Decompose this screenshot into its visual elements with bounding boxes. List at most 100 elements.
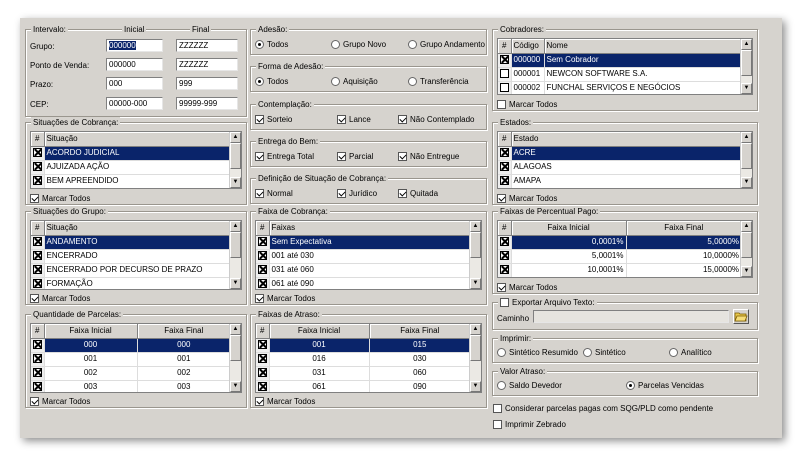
scroll-up-arrow-icon[interactable]: ▲ <box>470 324 481 335</box>
forma-transferencia-radio[interactable]: Transferência <box>408 76 469 87</box>
situacoes-grupo-grid[interactable]: # Situação ANDAMENTO ENCERRADO ENCERRADO … <box>30 220 242 290</box>
checkbox[interactable] <box>398 115 407 125</box>
row-checkbox[interactable] <box>32 237 42 247</box>
radio[interactable] <box>497 348 506 358</box>
faixa-cobranca-grid[interactable]: # Faixas Sem Expectativa 001 até 030 031 … <box>255 220 482 290</box>
radio[interactable] <box>626 381 635 391</box>
row-checkbox[interactable] <box>32 265 42 275</box>
scroll-up-arrow-icon[interactable]: ▲ <box>470 221 481 232</box>
checkbox[interactable] <box>255 189 264 199</box>
checkbox[interactable] <box>30 194 39 204</box>
table-row[interactable]: 061 090 <box>256 380 471 392</box>
radio[interactable] <box>255 40 264 50</box>
row-checkbox[interactable] <box>32 382 42 392</box>
sintetico-radio[interactable]: Sintético <box>583 347 626 358</box>
radio[interactable] <box>255 77 264 87</box>
row-checkbox[interactable] <box>499 162 509 172</box>
codigo-header[interactable]: Código <box>511 39 545 54</box>
radio[interactable] <box>408 40 417 50</box>
prazo-inicial-input[interactable]: 000 <box>106 77 163 90</box>
checkbox[interactable] <box>255 152 264 162</box>
table-row[interactable]: 031 060 <box>256 366 471 381</box>
row-checkbox[interactable] <box>499 176 509 186</box>
scroll-up-arrow-icon[interactable]: ▲ <box>230 132 241 143</box>
vertical-scrollbar[interactable]: ▲ ▼ <box>229 324 241 392</box>
adesao-todos-radio[interactable]: Todos <box>255 39 288 50</box>
scroll-thumb[interactable] <box>230 232 241 258</box>
checkbox[interactable] <box>497 194 506 204</box>
checkbox[interactable] <box>398 152 407 162</box>
marcar-todos-faixas-atraso[interactable]: Marcar Todos <box>255 396 315 407</box>
faixa-inicial-header[interactable]: Faixa Inicial <box>269 324 370 339</box>
prazo-final-input[interactable]: 999 <box>176 77 238 90</box>
table-row[interactable]: 031 até 060 <box>256 263 471 278</box>
radio[interactable] <box>669 348 678 358</box>
table-row[interactable]: 016 030 <box>256 352 471 367</box>
scroll-thumb[interactable] <box>741 143 752 169</box>
scroll-up-arrow-icon[interactable]: ▲ <box>741 221 752 232</box>
radio[interactable] <box>408 77 417 87</box>
juridico-checkbox[interactable]: Jurídico <box>337 188 377 199</box>
scroll-thumb[interactable] <box>230 335 241 361</box>
vertical-scrollbar[interactable]: ▲ ▼ <box>229 221 241 289</box>
table-row[interactable]: 0,0001% 5,0000% <box>498 235 742 250</box>
vertical-scrollbar[interactable]: ▲ ▼ <box>740 39 752 94</box>
table-row[interactable]: 001 001 <box>31 352 231 367</box>
radio[interactable] <box>331 40 340 50</box>
radio[interactable] <box>331 77 340 87</box>
scroll-up-arrow-icon[interactable]: ▲ <box>230 221 241 232</box>
scroll-thumb[interactable] <box>741 50 752 76</box>
situacao-header[interactable]: Situação <box>44 132 231 147</box>
table-row[interactable]: BEM APREENDIDO <box>31 174 231 188</box>
table-row[interactable]: 001 até 030 <box>256 249 471 264</box>
table-row[interactable]: AJUIZADA AÇÃO <box>31 160 231 175</box>
table-row[interactable]: 001 015 <box>256 338 471 353</box>
nao-entregue-checkbox[interactable]: Não Entregue <box>398 151 459 162</box>
scroll-down-arrow-icon[interactable]: ▼ <box>741 266 752 277</box>
checkbox[interactable] <box>30 397 39 407</box>
ponto-venda-inicial-input[interactable]: 000000 <box>106 58 163 71</box>
vertical-scrollbar[interactable]: ▲ ▼ <box>740 132 752 188</box>
checkbox[interactable] <box>493 404 502 414</box>
checkbox[interactable] <box>500 298 509 308</box>
marcar-todos-parcelas[interactable]: Marcar Todos <box>30 396 90 407</box>
checkbox[interactable] <box>497 283 506 293</box>
faixa-final-header[interactable]: Faixa Final <box>626 221 742 236</box>
row-checkbox[interactable] <box>499 69 509 79</box>
row-checkbox[interactable] <box>32 251 42 261</box>
radio[interactable] <box>497 381 506 391</box>
parcial-checkbox[interactable]: Parcial <box>337 151 373 162</box>
row-checkbox[interactable] <box>257 382 267 392</box>
scroll-thumb[interactable] <box>230 143 241 169</box>
scroll-down-arrow-icon[interactable]: ▼ <box>470 381 481 392</box>
checkbox[interactable] <box>255 397 264 407</box>
forma-todos-radio[interactable]: Todos <box>255 76 288 87</box>
scroll-thumb[interactable] <box>470 232 481 258</box>
table-row[interactable]: AMAPA <box>498 174 742 188</box>
faixas-atraso-grid[interactable]: # Faixa Inicial Faixa Final 001 015 016 030 … <box>255 323 482 393</box>
table-row[interactable]: 000 000 <box>31 338 231 353</box>
scroll-down-arrow-icon[interactable]: ▼ <box>741 177 752 188</box>
table-row[interactable]: ALAGOAS <box>498 160 742 175</box>
scroll-down-arrow-icon[interactable]: ▼ <box>230 381 241 392</box>
situacoes-cobranca-grid[interactable]: # Situação ACORDO JUDICIAL AJUIZADA AÇÃO … <box>30 131 242 189</box>
scroll-down-arrow-icon[interactable]: ▼ <box>741 83 752 94</box>
row-checkbox[interactable] <box>257 251 267 261</box>
scroll-up-arrow-icon[interactable]: ▲ <box>741 39 752 50</box>
row-checkbox[interactable] <box>257 340 267 350</box>
scroll-down-arrow-icon[interactable]: ▼ <box>230 278 241 289</box>
marcar-todos-cobradores[interactable]: Marcar Todos <box>497 99 557 110</box>
scroll-thumb[interactable] <box>470 335 481 361</box>
marcar-todos-cobranca[interactable]: Marcar Todos <box>30 193 90 204</box>
row-checkbox[interactable] <box>32 162 42 172</box>
row-checkbox[interactable] <box>499 148 509 158</box>
row-checkbox[interactable] <box>257 279 267 289</box>
table-row[interactable]: ENCERRADO POR DECURSO DE PRAZO <box>31 263 231 278</box>
faixa-inicial-header[interactable]: Faixa Inicial <box>44 324 138 339</box>
quantidade-parcelas-grid[interactable]: # Faixa Inicial Faixa Final 000 000 001 001 … <box>30 323 242 393</box>
nao-contemplado-checkbox[interactable]: Não Contemplado <box>398 114 474 125</box>
vertical-scrollbar[interactable]: ▲ ▼ <box>469 221 481 289</box>
ponto-venda-final-input[interactable]: ZZZZZZ <box>176 58 238 71</box>
table-row[interactable]: 10,0001% 15,0000% <box>498 263 742 277</box>
faixa-final-header[interactable]: Faixa Final <box>369 324 471 339</box>
